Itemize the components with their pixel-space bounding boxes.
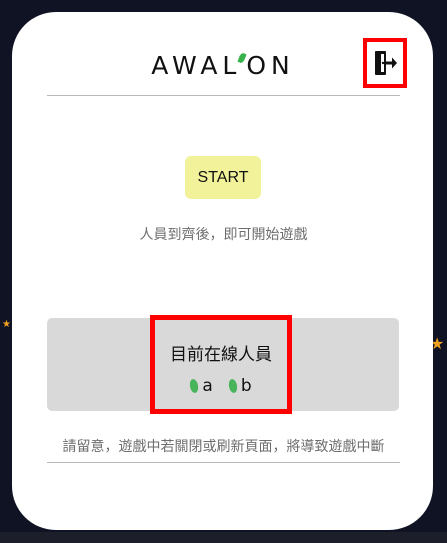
player-list: a b: [155, 376, 287, 396]
awalon-logo: AWAL ON: [138, 50, 308, 80]
start-hint: 人員到齊後，即可開始遊戲: [139, 227, 308, 243]
player-item: a: [189, 376, 213, 396]
player-name: a: [202, 376, 213, 396]
header-divider: [47, 95, 400, 96]
online-users-highlight: 目前在線人員 a b: [150, 315, 292, 414]
logo-part-1: AWAL: [151, 50, 242, 80]
logo-part-2: ON: [246, 50, 295, 80]
leaf-icon: [189, 378, 200, 394]
player-name: b: [240, 376, 252, 396]
bottom-strip: [0, 532, 447, 543]
star-decoration-left: ★: [2, 319, 11, 330]
leaf-icon: [227, 378, 238, 394]
footer-divider: [47, 462, 400, 463]
door-exit-icon: [375, 51, 397, 75]
exit-button[interactable]: [363, 38, 407, 88]
refresh-warning: 請留意，遊戲中若關閉或刷新頁面，將導致遊戲中斷: [62, 439, 385, 455]
player-item: b: [227, 376, 252, 396]
online-title: 目前在線人員: [170, 345, 272, 365]
start-button[interactable]: START: [185, 156, 261, 199]
